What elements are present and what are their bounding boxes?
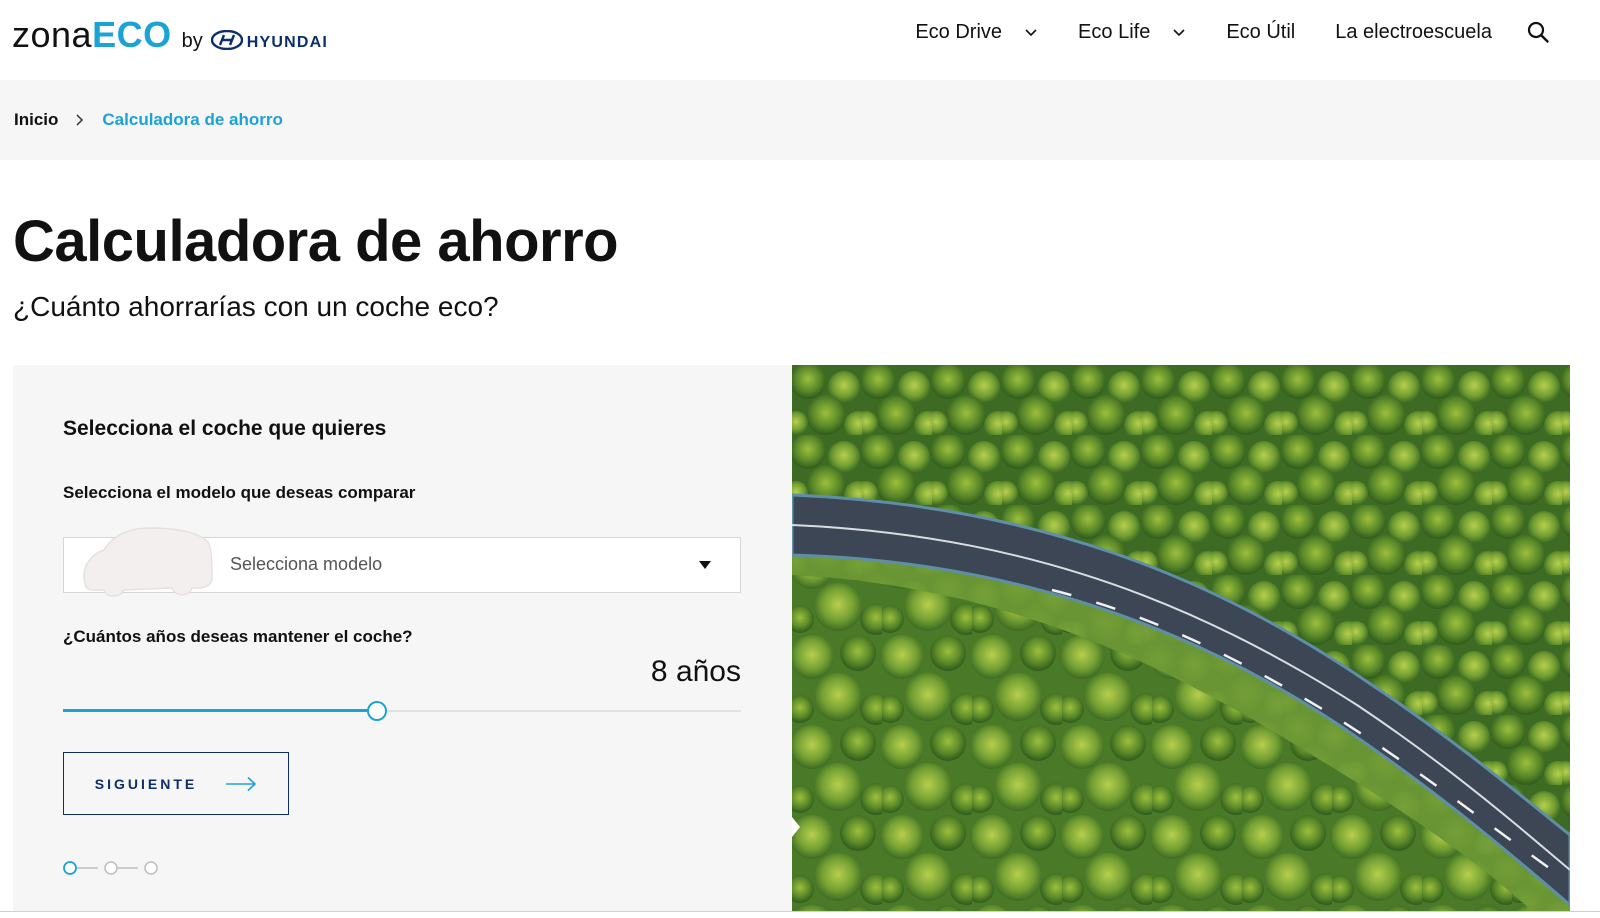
next-button[interactable]: SIGUIENTE: [63, 752, 289, 815]
step-dot-2[interactable]: [104, 861, 118, 875]
slider-fill: [63, 709, 377, 712]
caret-down-icon: [699, 561, 711, 569]
model-select-label: Selecciona el modelo que deseas comparar: [63, 483, 416, 502]
breadcrumb-current: Calculadora de ahorro: [102, 110, 283, 129]
slider-thumb[interactable]: [366, 701, 387, 721]
chevron-down-icon: [1173, 29, 1185, 37]
car-silhouette-icon: [83, 527, 213, 597]
main-nav: Eco Drive Eco Life Eco Útil La electroes…: [875, 18, 1550, 46]
search-icon[interactable]: [1526, 20, 1550, 44]
chevron-down-icon: [1025, 29, 1037, 37]
chevron-right-icon: [76, 114, 84, 126]
logo-eco-text: ECO: [92, 14, 172, 55]
nav-item-eco-life[interactable]: Eco Life: [1078, 18, 1186, 46]
breadcrumb-bar: Inicio Calculadora de ahorro: [0, 80, 1600, 160]
nav-item-label: La electroescuela: [1335, 20, 1492, 43]
arrow-right-icon: [226, 776, 257, 791]
logo-hyundai-text: HYUNDAI: [246, 34, 329, 51]
years-label: ¿Cuántos años deseas mantener el coche?: [63, 627, 413, 646]
model-select-placeholder: Selecciona modelo: [230, 554, 383, 574]
forest-road-illustration: [792, 365, 1570, 911]
years-slider[interactable]: [63, 701, 741, 721]
logo-zona-text: zona: [12, 14, 93, 55]
years-value: 8 años: [650, 655, 741, 688]
nav-item-eco-util[interactable]: Eco Útil: [1226, 18, 1295, 46]
page-bottom-edge: [0, 911, 1600, 918]
step-dot-3[interactable]: [144, 861, 158, 875]
zonaeco-logo[interactable]: zona ECO by HYUNDAI: [12, 14, 328, 56]
site-header: zona ECO by HYUNDAI Eco Drive Eco Life Ec…: [0, 0, 1600, 80]
nav-item-label: Eco Life: [1078, 20, 1151, 43]
nav-item-eco-drive[interactable]: Eco Drive: [915, 18, 1038, 46]
forest-road-photo: [792, 365, 1570, 911]
nav-item-electroescuela[interactable]: La electroescuela: [1335, 18, 1492, 46]
hyundai-logo-icon: [210, 30, 243, 50]
calculator-panel: Selecciona el coche que quieres Seleccio…: [13, 365, 793, 911]
next-button-label: SIGUIENTE: [94, 775, 198, 792]
step-indicator: [63, 861, 158, 875]
model-select-dropdown[interactable]: Selecciona modelo: [63, 527, 741, 597]
logo-by-text: by: [181, 30, 203, 52]
calculator-heading: Selecciona el coche que quieres: [63, 417, 387, 440]
nav-item-label: Eco Drive: [915, 20, 1003, 43]
nav-item-label: Eco Útil: [1226, 20, 1296, 43]
page-title: Calculadora de ahorro: [13, 209, 619, 274]
breadcrumb-home-link[interactable]: Inicio: [14, 110, 58, 130]
page-subtitle: ¿Cuánto ahorrarías con un coche eco?: [13, 291, 499, 322]
breadcrumb: Inicio Calculadora de ahorro: [14, 110, 283, 130]
step-dot-1-active[interactable]: [63, 861, 77, 875]
